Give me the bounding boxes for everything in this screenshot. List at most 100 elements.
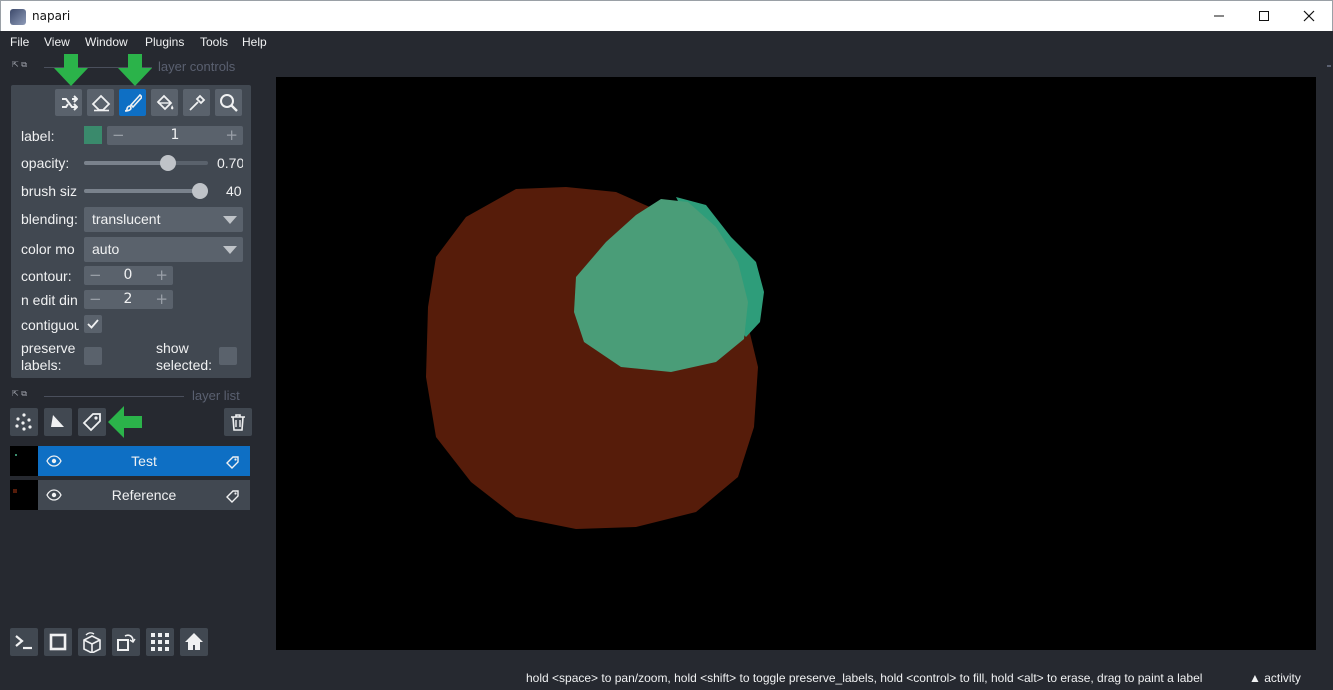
home-button[interactable] <box>180 628 208 656</box>
menu-view[interactable]: View <box>44 35 70 49</box>
opacity-slider-handle[interactable] <box>160 155 176 171</box>
layer-row-test[interactable]: Test <box>10 446 250 476</box>
eraser-icon <box>91 94 110 111</box>
new-shapes-layer-button[interactable] <box>44 408 72 436</box>
menu-window[interactable]: Window <box>85 35 128 49</box>
layer-list-title: layer list <box>192 388 240 403</box>
points-icon <box>15 413 32 431</box>
show-selected-label-line2: selected: <box>156 357 213 373</box>
label-spinbox[interactable]: − 1 + <box>107 126 243 145</box>
chevron-down-icon <box>223 216 237 224</box>
layer-controls-title: layer controls <box>158 59 236 74</box>
canvas-image <box>426 187 764 529</box>
blending-value: translucent <box>92 211 161 227</box>
label-tag-icon <box>82 413 101 432</box>
close-button[interactable] <box>1286 1 1332 31</box>
blending-dropdown[interactable]: translucent <box>84 207 243 232</box>
color-picker-icon <box>188 94 205 111</box>
square-icon <box>49 633 67 651</box>
new-labels-layer-button[interactable] <box>78 408 106 436</box>
terminal-icon <box>15 635 32 650</box>
preserve-labels-label-line1: preserve <box>21 340 76 356</box>
minimize-button[interactable] <box>1196 1 1242 31</box>
paintbrush-icon <box>124 93 142 112</box>
layer-thumbnail <box>10 446 38 476</box>
menu-tools[interactable]: Tools <box>200 35 228 49</box>
paint-button[interactable] <box>119 89 146 116</box>
cube-icon <box>83 632 101 653</box>
caret-up-icon: ▲ <box>1249 671 1265 685</box>
trash-icon <box>231 414 245 431</box>
label-label: label: <box>21 128 55 144</box>
dock-float-button-2[interactable]: ⇱ ⧉ <box>12 389 27 399</box>
contiguous-checkbox[interactable] <box>84 315 102 333</box>
fill-button[interactable] <box>151 89 178 116</box>
n-edit-dim-decrement-button[interactable]: − <box>89 290 102 308</box>
brush-size-slider-handle[interactable] <box>192 183 208 199</box>
n-edit-dim-spinbox[interactable]: − 2 + <box>84 290 173 309</box>
label-tag-icon <box>226 488 240 507</box>
contour-increment-button[interactable]: + <box>155 266 168 284</box>
zoom-button[interactable] <box>215 89 242 116</box>
label-increment-button[interactable]: + <box>225 126 238 144</box>
ndisplay-button[interactable] <box>44 628 72 656</box>
label-value: 1 <box>170 127 180 143</box>
brush-size-label: brush siz <box>21 183 78 199</box>
show-selected-label-line1: show <box>156 340 189 356</box>
contour-spinbox[interactable]: − 0 + <box>84 266 173 285</box>
preserve-labels-checkbox[interactable] <box>84 347 102 365</box>
status-hint: hold <space> to pan/zoom, hold <shift> t… <box>526 671 1203 685</box>
zoom-icon <box>219 93 238 112</box>
maximize-button[interactable] <box>1241 1 1287 31</box>
grid-icon <box>151 633 169 651</box>
green-arrow-down-icon <box>54 54 88 86</box>
n-edit-dim-label: n edit din <box>21 292 78 308</box>
opacity-label: opacity: <box>21 155 70 171</box>
contour-label: contour: <box>21 268 72 284</box>
layer-row-reference[interactable]: Reference <box>10 480 250 510</box>
menu-file[interactable]: File <box>10 35 29 49</box>
dock-divider-2 <box>44 396 184 397</box>
layer-name: Test <box>131 453 157 469</box>
show-selected-checkbox[interactable] <box>219 347 237 365</box>
label-color-swatch <box>84 126 102 144</box>
color-mode-dropdown[interactable]: auto <box>84 237 243 262</box>
n-edit-dim-value: 2 <box>123 291 133 307</box>
shuffle-colors-button[interactable] <box>55 89 82 116</box>
checkmark-icon <box>87 319 99 329</box>
opacity-slider[interactable] <box>84 155 208 171</box>
layer-name: Reference <box>111 487 177 503</box>
contour-value: 0 <box>123 267 133 283</box>
color-mode-value: auto <box>92 241 120 257</box>
delete-layer-button[interactable] <box>224 408 252 436</box>
console-button[interactable] <box>10 628 38 656</box>
brush-size-slider[interactable] <box>84 183 208 199</box>
grid-view-button[interactable] <box>146 628 174 656</box>
contour-decrement-button[interactable]: − <box>89 266 102 284</box>
brush-size-value: 40 <box>226 183 242 199</box>
blending-label: blending: <box>21 211 78 227</box>
color-mode-label: color mo <box>21 241 75 257</box>
viewer-canvas[interactable] <box>276 77 1316 650</box>
new-points-layer-button[interactable] <box>10 408 38 436</box>
erase-button[interactable] <box>87 89 114 116</box>
layer-thumbnail <box>10 480 38 510</box>
opacity-value: 0.70 <box>217 155 243 171</box>
menu-plugins[interactable]: Plugins <box>145 35 184 49</box>
transpose-icon <box>117 634 136 651</box>
green-arrow-left-icon <box>108 406 142 438</box>
label-decrement-button[interactable]: − <box>112 126 125 144</box>
scroll-indicator <box>1327 65 1331 67</box>
pick-button[interactable] <box>183 89 210 116</box>
preserve-labels-label-line2: labels: <box>21 357 62 373</box>
n-edit-dim-increment-button[interactable]: + <box>155 290 168 308</box>
shuffle-icon <box>61 94 78 111</box>
activity-button[interactable]: ▲ activity <box>1249 671 1301 685</box>
roll-dims-button[interactable] <box>78 628 106 656</box>
brush-size-slider-fill <box>84 189 200 193</box>
opacity-slider-fill <box>84 161 168 165</box>
dock-float-button[interactable]: ⇱ ⧉ <box>12 60 27 70</box>
fill-bucket-icon <box>156 94 173 110</box>
transpose-button[interactable] <box>112 628 140 656</box>
menu-help[interactable]: Help <box>242 35 267 49</box>
